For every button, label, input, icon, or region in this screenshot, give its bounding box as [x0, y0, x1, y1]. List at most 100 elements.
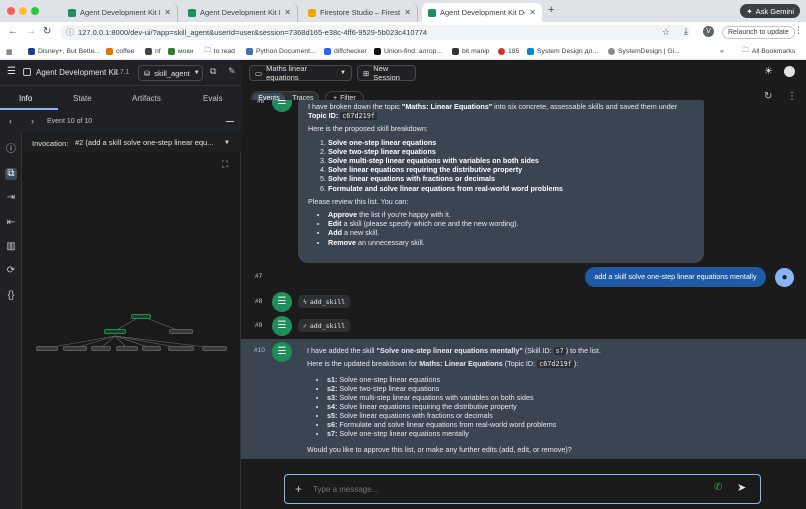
agent-select[interactable]: ⛁ skill_agent ▼	[138, 65, 203, 81]
browser-tab-2[interactable]: Agent Development Kit Dev U ✕	[182, 3, 298, 22]
back-arrow-icon[interactable]: ←	[8, 26, 18, 37]
bookmark-star-icon[interactable]: ☆	[662, 27, 670, 38]
new-session-button[interactable]: ⊞ New Session	[357, 64, 416, 82]
bookmarks-bar: ▦ Disney+, But Bette... coffee nf моки 🗀…	[0, 43, 806, 60]
skill-text: Solve linear equations with fractions or…	[337, 411, 493, 420]
reload-icon[interactable]: ↻	[43, 26, 51, 37]
bookmark-favicon-icon	[246, 48, 253, 55]
all-bookmarks-label: All Bookmarks	[751, 48, 796, 55]
updated-skill-list: s1: Solve one-step linear equations s2: …	[307, 375, 787, 438]
tab-title: Agent Development Kit Dev U	[440, 8, 525, 17]
skill-list-item: Solve linear equations requiring the dis…	[328, 165, 694, 174]
site-info-icon[interactable]: ⓘ	[66, 27, 74, 38]
input-icon[interactable]: ⇥	[5, 192, 17, 204]
function-call-chip[interactable]: ϟ add_skill	[298, 295, 351, 308]
skill-id: s7:	[327, 429, 338, 438]
session-select[interactable]: ▭ Maths linear equations ▼	[249, 64, 352, 82]
bookmark-item[interactable]: SystemDesign | Gi...	[608, 46, 680, 57]
graph-node-root[interactable]	[131, 314, 151, 319]
bookmark-item[interactable]: System Design дл...	[527, 46, 598, 57]
function-response-chip[interactable]: ✓ add_skill	[298, 319, 351, 332]
tab-artifacts[interactable]: Artifacts	[132, 94, 161, 103]
apps-grid-icon[interactable]: ▦	[6, 46, 12, 57]
tab-state[interactable]: State	[73, 94, 92, 103]
output-icon[interactable]: ⇤	[5, 217, 17, 229]
bookmark-label: SystemDesign | Gi...	[618, 48, 680, 55]
browser-tab-4-active[interactable]: Agent Development Kit Dev U ✕	[422, 3, 542, 22]
tab-info[interactable]: Info	[19, 94, 32, 103]
bookmark-item[interactable]: Disney+, But Bette...	[28, 46, 100, 57]
graph-node-tool[interactable]	[36, 346, 58, 351]
skill-list-item: s4: Solve linear equations requiring the…	[327, 402, 787, 411]
code-braces-icon[interactable]: {}	[5, 290, 17, 302]
graph-node-tool[interactable]	[202, 346, 227, 351]
agent-message-6[interactable]: I have broken down the topic "Maths: Lin…	[298, 100, 704, 263]
collapse-panel-icon[interactable]	[226, 121, 234, 122]
maximize-window-button[interactable]	[31, 7, 39, 15]
review-options-list: Approve the list if you're happy with it…	[308, 210, 694, 247]
account-avatar[interactable]	[784, 66, 795, 77]
close-tab-icon[interactable]: ✕	[164, 8, 171, 17]
minimize-window-button[interactable]	[19, 7, 27, 15]
profile-avatar[interactable]: V	[703, 26, 714, 37]
agent-graph-view[interactable]: ⛶	[23, 152, 241, 509]
relaunch-button[interactable]: Relaunch to update	[722, 26, 795, 39]
more-bookmarks-button[interactable]: »	[720, 46, 724, 57]
browser-tab-3[interactable]: Firestore Studio – Firestore - ✕	[302, 3, 418, 22]
send-icon[interactable]: ➤	[737, 481, 746, 494]
info-icon[interactable]: ⓘ	[5, 144, 17, 156]
bookmark-label: bit manip	[462, 48, 490, 55]
skill-text: Solve two-step linear equations	[337, 384, 440, 393]
browser-menu-icon[interactable]: ⋮	[794, 25, 803, 36]
graph-node-tool[interactable]	[168, 346, 194, 351]
close-tab-icon[interactable]: ✕	[284, 8, 291, 17]
bookmark-item[interactable]: coffee	[106, 46, 134, 57]
forward-arrow-icon[interactable]: →	[26, 26, 36, 37]
graph-node-tool[interactable]	[116, 346, 138, 351]
bookmark-item[interactable]: Union-find: алгор...	[374, 46, 442, 57]
invocation-select[interactable]: #2 (add a skill solve one-step linear eq…	[75, 136, 230, 149]
address-bar[interactable]: ⓘ 127.0.0.1:8000/dev-ui/?app=skill_agent…	[60, 25, 690, 40]
add-attachment-plus-icon[interactable]: +	[295, 482, 302, 496]
selected-event-row[interactable]: #10 ☰ I have added the skill "Solve one-…	[241, 339, 806, 459]
browser-tab-strip: Agent Development Kit Dev U ✕ Agent Deve…	[0, 0, 806, 22]
download-icon[interactable]: ⤓	[684, 26, 688, 37]
graph-node-tool[interactable]	[63, 346, 87, 351]
ask-gemini-button[interactable]: ✦ Ask Gemini	[740, 4, 800, 18]
edit-pencil-icon[interactable]: ✎	[228, 66, 236, 77]
graph-node[interactable]	[169, 329, 193, 334]
close-tab-icon[interactable]: ✕	[404, 8, 411, 17]
graph-node-tool[interactable]	[91, 346, 111, 351]
folder-icon: 🗀	[742, 47, 749, 54]
bookmark-folder[interactable]: 🗀 to read	[204, 46, 235, 57]
chat-event-list[interactable]: #6 ☰ I have broken down the topic "Maths…	[241, 100, 806, 509]
close-tab-icon[interactable]: ✕	[529, 8, 536, 17]
sync-icon[interactable]: ⟳	[5, 265, 17, 277]
bookmark-item[interactable]: diffchecker	[324, 46, 367, 57]
all-bookmarks-folder[interactable]: 🗀 All Bookmarks	[742, 46, 795, 57]
bookmark-item[interactable]: bit manip	[452, 46, 490, 57]
bookmark-item[interactable]: 185	[498, 46, 519, 57]
browser-tab-1[interactable]: Agent Development Kit Dev U ✕	[62, 3, 178, 22]
bookmark-item[interactable]: моки	[168, 46, 193, 57]
option-item: Approve the list if you're happy with it…	[328, 210, 694, 219]
previous-event-chevron-icon[interactable]: ‹	[9, 116, 12, 126]
graph-node-tool[interactable]	[142, 346, 161, 351]
bookmark-item[interactable]: nf	[145, 46, 161, 57]
graph-view-icon[interactable]: ⧉	[210, 66, 216, 77]
close-window-button[interactable]	[7, 7, 15, 15]
message-intro: I have broken down the topic "Maths: Lin…	[308, 102, 694, 111]
tab-evals[interactable]: Evals	[203, 94, 223, 103]
hamburger-menu-icon[interactable]: ☰	[7, 66, 16, 77]
phone-call-icon[interactable]: ✆	[714, 482, 722, 493]
added-skill-name: "Solve one-step linear equations mentall…	[376, 346, 523, 355]
next-event-chevron-icon[interactable]: ›	[31, 116, 34, 126]
graph-node-skill-agent[interactable]	[104, 329, 126, 334]
user-message-7[interactable]: add a skill solve one-step linear equati…	[585, 267, 766, 287]
graph-icon[interactable]: ⧉	[5, 168, 17, 180]
bookmark-item[interactable]: Python Document...	[246, 46, 316, 57]
theme-toggle-sun-icon[interactable]: ☀	[764, 66, 773, 77]
bar-chart-icon[interactable]: ▥	[5, 241, 17, 253]
new-tab-button[interactable]: +	[548, 4, 554, 16]
message-input[interactable]	[313, 481, 693, 497]
